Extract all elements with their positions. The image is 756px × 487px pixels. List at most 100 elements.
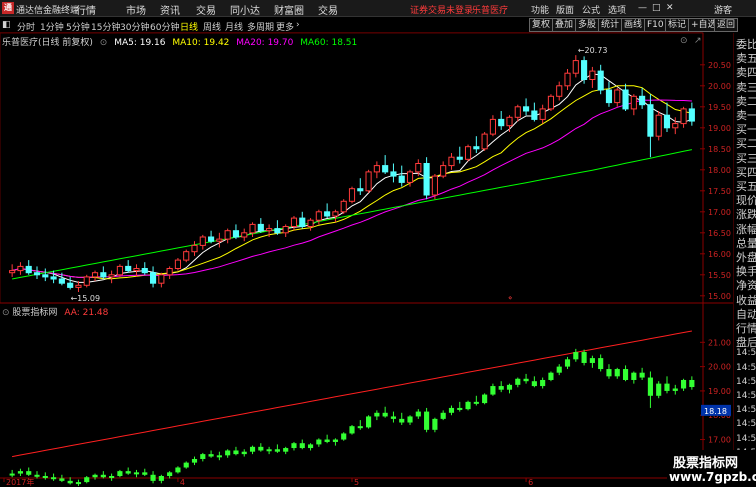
main-tick-label: 20.00 [708, 82, 731, 91]
candle-body [67, 282, 74, 288]
candle-body [208, 236, 215, 242]
candle-body [58, 278, 65, 284]
side-panel-item[interactable]: 14:50 [736, 419, 756, 429]
indicator-bar [672, 388, 678, 391]
indicator-bar [258, 446, 264, 451]
candle-body [398, 175, 405, 183]
candle-body [108, 274, 115, 278]
candle-body [423, 163, 430, 196]
chart-canvas[interactable]: 15.00 15.50 16.00 16.50 17.00 17.50 18.00 18.50… [0, 0, 756, 487]
candle-body [464, 146, 472, 160]
candle-body [116, 265, 123, 276]
candle-body [506, 116, 513, 127]
candle-body [440, 165, 447, 177]
candle-body [597, 70, 604, 91]
candle-body [498, 118, 505, 127]
indicator-bar [67, 480, 73, 484]
indicator-bar [564, 359, 571, 367]
indicator-bar [424, 411, 430, 430]
candle-body [274, 228, 281, 234]
indicator-bar [680, 379, 687, 389]
indicator-bar [183, 462, 189, 468]
time-tick-label: 4 [180, 478, 185, 487]
candle-body [33, 272, 41, 276]
candle-body [663, 114, 671, 129]
indicator-last-value: 18.18 [704, 407, 727, 416]
indicator-bar [125, 471, 131, 474]
indicator-bar [573, 352, 579, 360]
candle-body [224, 230, 231, 240]
indicator-bar [109, 476, 115, 478]
indicator-bar [249, 446, 256, 452]
candle-body [290, 217, 298, 228]
main-tick-label: 18.00 [708, 166, 731, 175]
right-side-panel: 委比 卖五 卖四 卖三 卖二 卖一 买一 买二 买三 买四 买五 现价 涨跌 涨幅 总量 外盘 换手 净资 收益 自动… [733, 33, 756, 487]
candle-body [257, 223, 264, 232]
side-panel-item[interactable]: 14:50 [736, 434, 756, 444]
time-tick-label: 5 [354, 478, 359, 487]
main-tick-label: 17.50 [708, 187, 731, 196]
candle-body [191, 244, 198, 253]
candle-body [357, 188, 364, 192]
indicator-bar [150, 474, 156, 481]
indicator-bar [208, 454, 214, 457]
indicator-bar [606, 369, 612, 377]
indicator-bar [307, 444, 314, 449]
candle-body [382, 165, 389, 173]
indicator-tick-label: 19.00 [708, 387, 731, 396]
candle-body [100, 272, 107, 278]
indicator-bar [448, 407, 455, 413]
ma-line-ma10 [11, 85, 693, 280]
indicator-bar [158, 476, 164, 481]
candle-body [605, 89, 613, 104]
main-tick-label: 20.50 [708, 61, 731, 70]
indicator-bar [382, 412, 388, 417]
candle-body [299, 217, 306, 228]
main-tick-label: 19.00 [708, 124, 731, 133]
indicator-bar [283, 448, 289, 452]
ma-line-ma5 [11, 73, 693, 283]
candle-body [91, 272, 99, 278]
indicator-bar [167, 472, 173, 476]
side-panel-item[interactable]: 14:50 [736, 391, 756, 401]
side-panel-item[interactable]: 14:50 [736, 405, 756, 415]
candle-body [307, 219, 314, 227]
candle-body [83, 276, 90, 286]
candle-body [373, 165, 380, 173]
indicator-bar [357, 426, 363, 429]
indicator-bar [647, 377, 653, 396]
indicator-bar [175, 467, 181, 473]
indicator-bar [656, 383, 662, 396]
indicator-bar [631, 372, 637, 380]
candle-body [630, 95, 637, 110]
main-tick-label: 17.00 [708, 208, 731, 217]
watermark-url: www.7gpzb.com [669, 470, 756, 484]
indicator-bar [515, 378, 521, 385]
candle-body [523, 106, 530, 112]
candle-body [365, 171, 372, 192]
indicator-bar [92, 474, 98, 478]
candle-body [149, 272, 157, 284]
candle-body [547, 95, 555, 110]
candle-body [489, 118, 496, 135]
side-panel-item[interactable]: 14:50 [736, 363, 756, 373]
indicator-bar [191, 458, 198, 463]
indicator-bar [26, 471, 32, 475]
main-chart-frame [0, 32, 704, 304]
indicator-bar [241, 451, 247, 455]
candle-body [655, 114, 662, 137]
indicator-bar [440, 412, 446, 419]
candle-body [415, 163, 422, 173]
indicator-bar [51, 477, 57, 480]
indicator-bar [556, 366, 562, 373]
side-panel-item[interactable]: 14:50 [736, 377, 756, 387]
main-tick-label: 15.00 [708, 292, 731, 301]
candle-body [133, 268, 140, 272]
candle-body [199, 236, 206, 246]
candle-body [249, 223, 256, 234]
candle-body [531, 110, 538, 120]
side-panel-item[interactable]: 14:50 [736, 348, 756, 358]
candle-body [564, 72, 571, 87]
main-tick-label: 18.50 [708, 145, 731, 154]
candle-body [158, 274, 165, 284]
